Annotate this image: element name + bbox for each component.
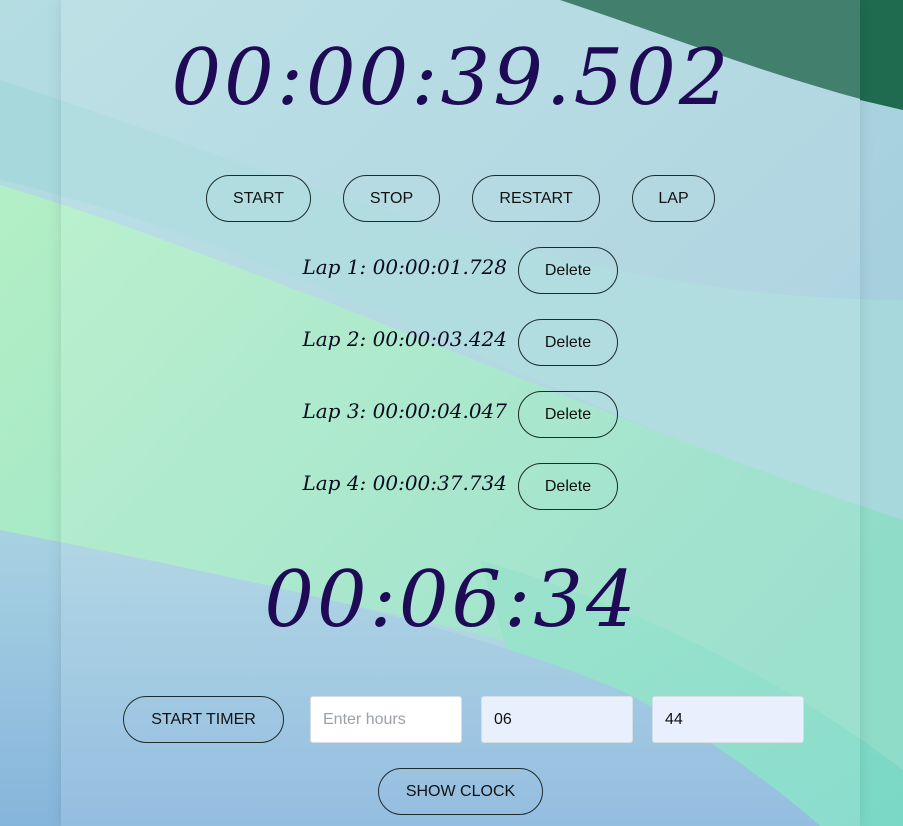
delete-lap-button[interactable]: Delete [518,319,618,366]
hours-input[interactable] [310,696,462,743]
lap-button[interactable]: LAP [632,175,715,222]
lap-label: Lap 1: 00:00:01.728 [302,255,507,279]
delete-lap-button[interactable]: Delete [518,463,618,510]
app-content: 00:00:39.502 START STOP RESTART LAP Lap … [0,0,903,826]
start-timer-button[interactable]: START TIMER [123,696,284,743]
start-button[interactable]: START [206,175,311,222]
lap-label: Lap 2: 00:00:03.424 [302,327,507,351]
delete-lap-button[interactable]: Delete [518,247,618,294]
show-clock-button[interactable]: SHOW CLOCK [378,768,543,815]
timer-display: 00:06:34 [264,555,639,645]
seconds-input[interactable] [652,696,804,743]
delete-lap-button[interactable]: Delete [518,391,618,438]
lap-label: Lap 3: 00:00:04.047 [302,399,507,423]
minutes-input[interactable] [481,696,633,743]
stopwatch-display: 00:00:39.502 [171,33,732,123]
restart-button[interactable]: RESTART [472,175,600,222]
stop-button[interactable]: STOP [343,175,440,222]
lap-label: Lap 4: 00:00:37.734 [302,471,507,495]
